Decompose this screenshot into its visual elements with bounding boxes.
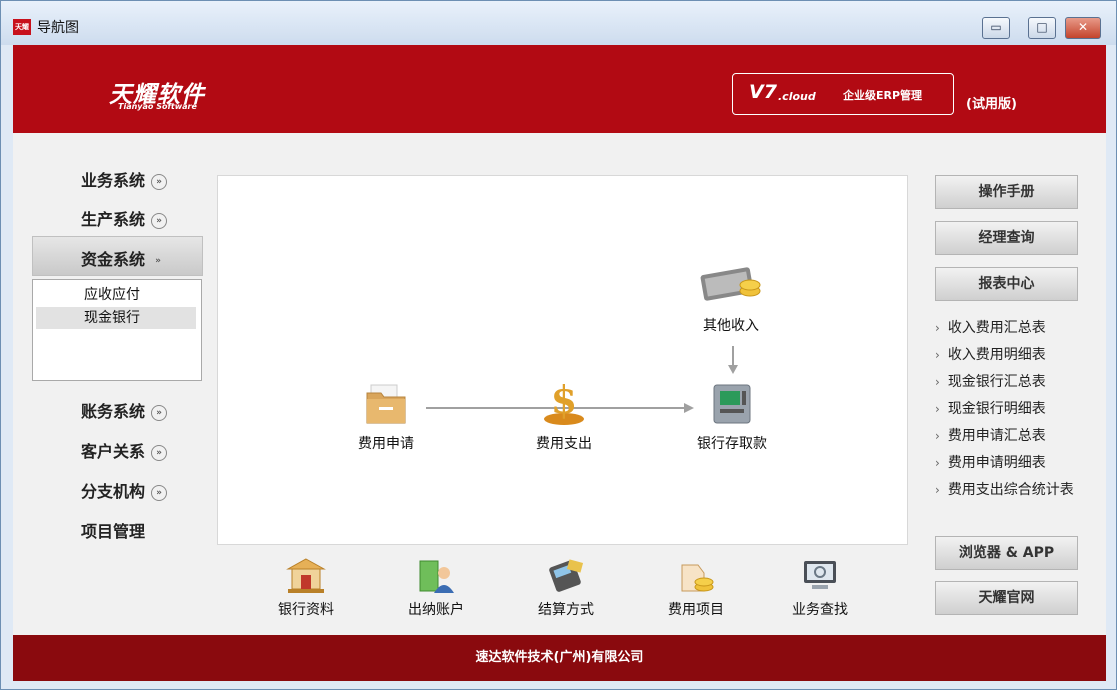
report-link-label: 收入费用明细表 <box>947 347 1046 363</box>
chevron-down-icon: » <box>151 404 168 421</box>
report-link-label: 现金银行汇总表 <box>947 374 1046 390</box>
manual-button[interactable]: 操作手册 <box>935 175 1078 209</box>
chevron-right-icon: › <box>935 348 940 362</box>
menu-label: 业务系统 <box>81 171 146 190</box>
browser-app-button[interactable]: 浏览器 & APP <box>935 536 1078 570</box>
report-link[interactable]: › 费用申请汇总表 <box>935 425 1046 445</box>
quick-label: 银行资料 <box>278 602 334 618</box>
version-badge: V7 .cloud 企业级ERP管理 <box>732 73 954 115</box>
minimize-button[interactable]: ▭ <box>982 17 1010 39</box>
menu-finance[interactable]: 资金系统 » <box>81 246 165 270</box>
chevron-down-icon: » <box>151 212 168 229</box>
report-link[interactable]: › 费用支出综合统计表 <box>935 479 1074 499</box>
finance-submenu: 应收应付 现金银行 <box>32 279 202 381</box>
quick-expense-items[interactable]: 费用项目 <box>651 557 741 619</box>
official-site-button[interactable]: 天耀官网 <box>935 581 1078 615</box>
menu-label: 账务系统 <box>81 402 146 421</box>
quick-business-search[interactable]: 业务查找 <box>775 557 865 619</box>
monitor-search-icon <box>804 561 836 589</box>
app-logo-icon: 天耀 <box>13 19 31 35</box>
node-expense-payout[interactable]: $ 费用支出 <box>524 379 604 453</box>
report-link-label: 费用申请明细表 <box>947 455 1046 471</box>
expense-coins-icon <box>681 564 714 592</box>
pos-terminal-icon <box>549 559 584 592</box>
report-link[interactable]: › 现金银行明细表 <box>935 398 1046 418</box>
header-banner: 天耀软件 Tianyao Software V7 .cloud 企业级ERP管理… <box>13 45 1106 133</box>
flow-arrows <box>426 346 738 413</box>
menu-label: 分支机构 <box>81 482 146 501</box>
chevron-expanded-icon: » <box>155 255 161 266</box>
menu-label: 生产系统 <box>81 210 146 229</box>
submenu-item-receivable[interactable]: 应收应付 <box>36 284 196 306</box>
menu-business[interactable]: 业务系统 » <box>81 167 168 191</box>
arrow-head-icon <box>728 365 738 374</box>
report-link[interactable]: › 收入费用明细表 <box>935 344 1046 364</box>
node-label: 费用支出 <box>536 436 592 452</box>
node-expense-apply[interactable]: 费用申请 <box>346 383 426 453</box>
svg-text:$: $ <box>551 379 577 422</box>
window-title: 导航图 <box>37 20 79 36</box>
quick-bank-info[interactable]: 银行资料 <box>261 557 351 619</box>
report-link-label: 现金银行明细表 <box>947 401 1046 417</box>
menu-label: 资金系统 <box>81 250 146 269</box>
quick-label: 费用项目 <box>668 602 724 618</box>
chevron-down-icon: » <box>151 173 168 190</box>
abacus-coins-icon <box>700 267 761 301</box>
chevron-right-icon: › <box>935 375 940 389</box>
report-link-label: 费用支出综合统计表 <box>947 482 1074 498</box>
version-main: V7 <box>749 81 777 103</box>
quick-label: 结算方式 <box>538 602 594 618</box>
chevron-right-icon: › <box>935 429 940 443</box>
close-button[interactable]: ✕ <box>1065 17 1101 39</box>
maximize-button[interactable]: □ <box>1028 17 1056 39</box>
chevron-down-icon: » <box>151 444 168 461</box>
report-link[interactable]: › 费用申请明细表 <box>935 452 1046 472</box>
chevron-right-icon: › <box>935 402 940 416</box>
chevron-down-icon: » <box>151 484 168 501</box>
dollar-icon: $ <box>544 379 584 425</box>
chevron-right-icon: › <box>935 321 940 335</box>
footer-company: 速达软件技术(广州)有限公司 <box>13 635 1106 681</box>
node-label: 其他收入 <box>703 318 759 334</box>
version-text: 企业级ERP管理 <box>843 89 923 102</box>
quick-cashier-account[interactable]: 出纳账户 <box>391 557 481 619</box>
title-bar: 天耀 导航图 ▭ □ ✕ <box>1 1 1116 45</box>
menu-label: 客户关系 <box>81 442 146 461</box>
app-window: 天耀 导航图 ▭ □ ✕ 天耀软件 Tianyao Software V7 .c… <box>0 0 1117 690</box>
brand-logo-en: Tianyao Software <box>118 102 197 111</box>
quick-label: 出纳账户 <box>408 602 464 618</box>
flow-panel <box>217 175 908 545</box>
report-center-button[interactable]: 报表中心 <box>935 267 1078 301</box>
quick-label: 业务查找 <box>792 602 848 618</box>
atm-icon <box>713 384 751 424</box>
node-bank-deposit[interactable]: 银行存取款 <box>684 381 780 453</box>
quick-settlement[interactable]: 结算方式 <box>521 557 611 619</box>
report-link[interactable]: › 收入费用汇总表 <box>935 317 1046 337</box>
version-sub: .cloud <box>778 90 816 103</box>
manager-query-button[interactable]: 经理查询 <box>935 221 1078 255</box>
submenu-item-cash-bank[interactable]: 现金银行 <box>36 307 196 329</box>
menu-projects[interactable]: 项目管理 <box>81 518 145 542</box>
chevron-right-icon: › <box>935 483 940 497</box>
menu-crm[interactable]: 客户关系 » <box>81 438 168 462</box>
report-link[interactable]: › 现金银行汇总表 <box>935 371 1046 391</box>
menu-accounting[interactable]: 账务系统 » <box>81 398 168 422</box>
folder-icon <box>366 384 406 424</box>
report-link-label: 收入费用汇总表 <box>947 320 1046 336</box>
report-link-label: 费用申请汇总表 <box>947 428 1046 444</box>
trial-label: (试用版) <box>966 97 1017 112</box>
menu-branches[interactable]: 分支机构 » <box>81 478 168 502</box>
node-label: 银行存取款 <box>697 436 767 452</box>
node-other-income[interactable]: 其他收入 <box>691 263 771 335</box>
menu-production[interactable]: 生产系统 » <box>81 206 168 230</box>
chevron-right-icon: › <box>935 456 940 470</box>
node-label: 费用申请 <box>358 436 414 452</box>
user-door-icon <box>419 560 454 593</box>
bank-building-icon <box>286 558 326 593</box>
